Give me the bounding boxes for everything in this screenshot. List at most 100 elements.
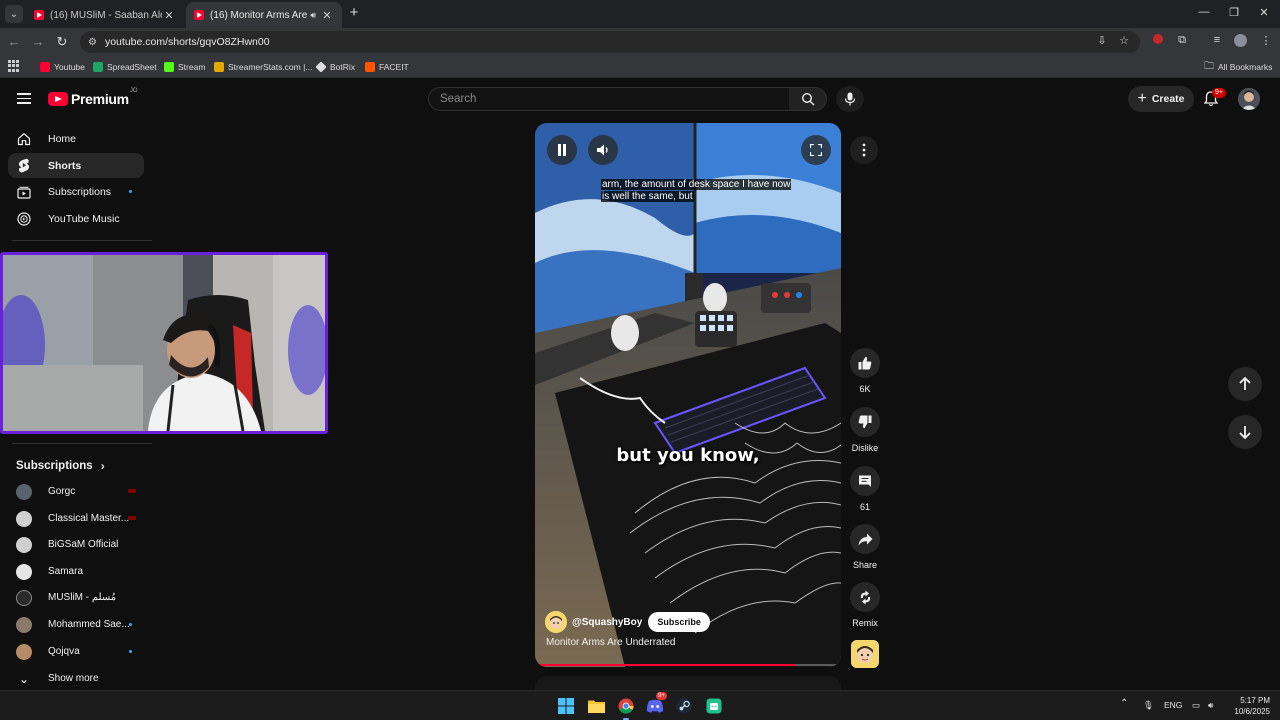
system-clock[interactable]: 5:17 PM 10/6/2025	[1226, 695, 1270, 717]
channel-name[interactable]: @SquashyBoy	[572, 617, 642, 628]
short-title[interactable]: Monitor Arms Are Underrated	[546, 637, 676, 648]
subscription-samara[interactable]: Samara	[8, 559, 144, 584]
sound-thumbnail[interactable]	[851, 640, 879, 668]
video-frame-image	[535, 123, 841, 667]
live-indicator-icon	[128, 516, 136, 520]
subscribe-button[interactable]: Subscribe	[648, 612, 710, 632]
pause-button[interactable]	[547, 135, 577, 165]
browser-menu-icon[interactable]: ⋮	[1258, 34, 1274, 47]
bookmark-botrix[interactable]: BotRix	[315, 60, 355, 74]
live-indicator-icon	[128, 489, 136, 493]
tab-monitor-arms[interactable]: (16) Monitor Arms Are Und 🔊︎ ✕	[186, 2, 342, 28]
back-button[interactable]: ←	[6, 34, 22, 50]
volume-button[interactable]	[588, 135, 618, 165]
account-avatar[interactable]	[1238, 88, 1260, 110]
youtube-premium-logo[interactable]: Premium JO	[48, 88, 137, 107]
share-action[interactable]: Share	[848, 524, 882, 570]
channel-avatar[interactable]	[545, 611, 567, 633]
minimize-button[interactable]: —	[1194, 6, 1214, 18]
extensions-puzzle-icon[interactable]: ⧉	[1174, 34, 1190, 47]
bookmark-stream[interactable]: Stream	[164, 60, 205, 74]
tab-search-button[interactable]: ⌄	[5, 5, 23, 23]
sidebar-divider	[12, 240, 152, 241]
remix-action[interactable]: Remix	[848, 582, 882, 628]
microphone-icon	[844, 92, 856, 106]
install-app-icon[interactable]: ⇩	[1094, 34, 1110, 47]
like-action[interactable]: 6K	[848, 348, 882, 394]
subscriptions-header[interactable]: Subscriptions ›	[16, 459, 105, 473]
dislike-button[interactable]	[850, 407, 880, 437]
media-controls-icon[interactable]: ≡	[1209, 34, 1225, 46]
remix-button[interactable]	[850, 582, 880, 612]
chrome-app[interactable]	[616, 696, 636, 720]
microphone-tray-icon[interactable]: 🎙︎	[1143, 700, 1154, 711]
volume-tray-icon[interactable]: 🔊︎	[1208, 700, 1213, 711]
apps-grid-icon[interactable]	[8, 60, 20, 72]
steam-app[interactable]	[674, 696, 694, 716]
profile-avatar-icon[interactable]	[1232, 34, 1248, 50]
subscription-bigsam[interactable]: BiGSaM Official	[8, 532, 144, 557]
tray-overflow-chevron-icon[interactable]: ⌃	[1120, 698, 1128, 709]
sidebar-item-home[interactable]: Home	[8, 126, 144, 151]
voice-search-button[interactable]	[836, 86, 864, 112]
url-text: youtube.com/shorts/gqvO8ZHwn00	[104, 36, 270, 48]
site-info-icon[interactable]: ⚙︎	[88, 37, 97, 48]
search-button[interactable]	[789, 87, 827, 111]
youtube-favicon-icon	[34, 10, 44, 20]
shorts-player[interactable]: arm, the amount of desk space I have now…	[535, 123, 841, 667]
android-app[interactable]	[704, 696, 724, 716]
create-button[interactable]: + Create	[1128, 86, 1194, 112]
subscription-label: Samara	[48, 566, 84, 577]
tab-musilm[interactable]: (16) MUSliM - Saaban Aleky | O ✕	[26, 2, 184, 28]
subscription-qojqva[interactable]: Qojqva	[8, 639, 144, 664]
chrome-icon	[618, 698, 634, 714]
bookmark-youtube[interactable]: Youtube	[40, 60, 85, 74]
bookmark-spreadsheet[interactable]: SpreadSheet	[93, 60, 157, 74]
bookmark-faceit[interactable]: FACEIT	[365, 60, 409, 74]
more-options-button[interactable]	[850, 136, 878, 164]
all-bookmarks-button[interactable]: 🗀︎ All Bookmarks	[1204, 60, 1272, 74]
like-button[interactable]	[850, 348, 880, 378]
home-icon	[16, 131, 32, 147]
channel-avatar	[16, 643, 32, 660]
tab-audio-icon[interactable]: 🔊︎	[310, 10, 316, 21]
network-icon[interactable]: ▭	[1192, 700, 1200, 711]
comments-action[interactable]: 61	[848, 466, 882, 512]
file-explorer-app[interactable]	[586, 696, 606, 716]
menu-hamburger-icon[interactable]	[17, 93, 31, 104]
next-short-button[interactable]	[1228, 415, 1262, 449]
subscription-musilm[interactable]: MUSliM - مُسلم	[8, 585, 144, 610]
sidebar-item-youtube-music[interactable]: YouTube Music	[8, 206, 144, 231]
address-bar[interactable]: ⚙︎ youtube.com/shorts/gqvO8ZHwn00	[80, 31, 1140, 53]
create-label: Create	[1151, 93, 1185, 105]
forward-button[interactable]: →	[30, 34, 46, 50]
subscription-gorgc[interactable]: Gorgc	[8, 479, 144, 504]
fullscreen-button[interactable]	[801, 135, 831, 165]
sidebar-item-subscriptions[interactable]: Subscriptions	[8, 179, 144, 204]
extension-adblock-icon[interactable]	[1150, 34, 1166, 47]
previous-short-button[interactable]	[1228, 367, 1262, 401]
dislike-action[interactable]: Dislike	[848, 407, 882, 453]
sidebar-item-shorts[interactable]: Shorts	[8, 153, 144, 178]
playback-progress-bar[interactable]	[540, 664, 836, 666]
show-more-button[interactable]: ⌄ Show more	[8, 666, 144, 691]
tab-close-icon[interactable]: ✕	[320, 9, 334, 22]
chevron-right-icon: ›	[100, 459, 105, 473]
bookmark-streamerstats[interactable]: StreamerStats.com |...	[214, 60, 312, 74]
tab-close-icon[interactable]: ✕	[162, 9, 176, 22]
close-window-button[interactable]: ✕	[1254, 6, 1274, 19]
new-tab-button[interactable]: +	[346, 5, 362, 21]
share-button[interactable]	[850, 524, 880, 554]
bookmark-label: Youtube	[54, 62, 85, 72]
comments-button[interactable]	[850, 466, 880, 496]
restore-button[interactable]: ❐	[1224, 6, 1244, 19]
start-button[interactable]	[556, 696, 576, 716]
youtube-icon	[40, 62, 50, 72]
reload-button[interactable]: ↻	[54, 34, 70, 50]
language-indicator[interactable]: ENG	[1164, 700, 1182, 710]
subscription-classical-master[interactable]: Classical Master...	[8, 506, 144, 531]
subscription-mohammed[interactable]: Mohammed Sae...	[8, 612, 144, 637]
search-input[interactable]: Search	[428, 87, 790, 111]
bookmark-star-icon[interactable]: ☆	[1116, 34, 1132, 47]
discord-app[interactable]: 9+	[645, 692, 667, 716]
